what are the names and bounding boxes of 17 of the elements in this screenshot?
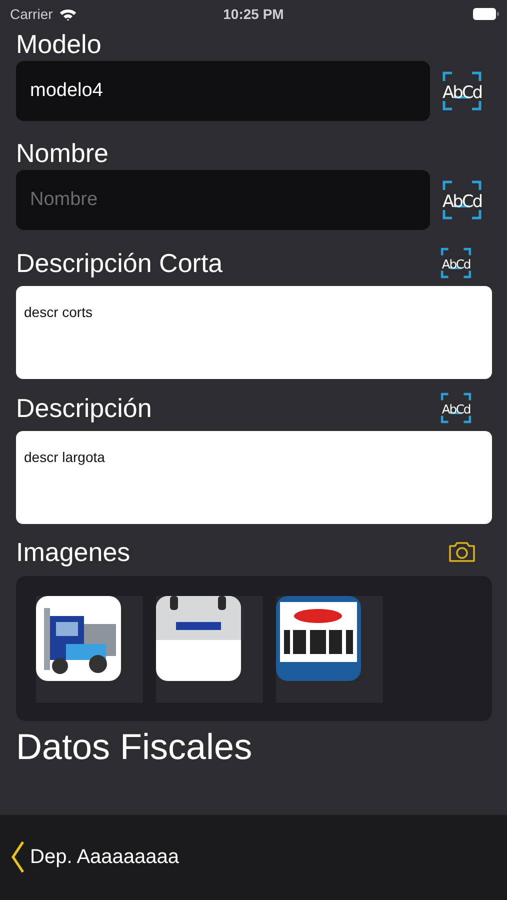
field-label: Descripción Corta	[16, 247, 223, 279]
text-field[interactable]: Nombre	[16, 170, 430, 230]
wifi-icon	[58, 8, 77, 20]
camera-icon[interactable]	[447, 540, 477, 564]
field-label: Descripción	[16, 392, 152, 424]
battery-icon	[473, 8, 499, 20]
section-label: Imagenes	[16, 536, 130, 568]
text-field[interactable]: modelo4	[16, 61, 430, 121]
chevron-left-icon	[10, 840, 26, 874]
back-button[interactable]: Dep. Aaaaaaaaa	[0, 840, 180, 874]
carrier-label: Carrier	[10, 6, 53, 22]
field-label: Nombre	[16, 137, 110, 169]
text-area[interactable]: descr corts	[16, 286, 492, 379]
field-label: Modelo	[16, 28, 102, 60]
clock-time: 10:25 PM	[223, 6, 284, 22]
section-title: Datos Fiscales	[16, 725, 254, 769]
text-area[interactable]: descr largota	[16, 431, 492, 524]
